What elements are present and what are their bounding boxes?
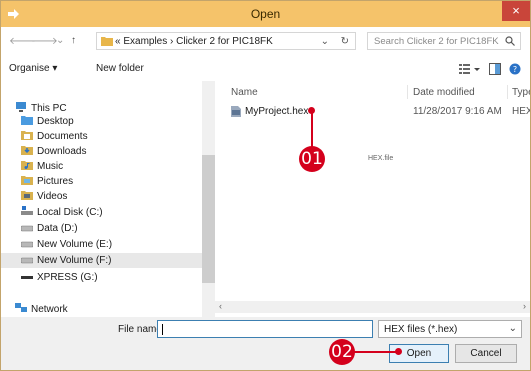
callout-two-badge: 02	[329, 339, 355, 365]
search-box[interactable]: Search Clicker 2 for PIC18FK	[367, 32, 521, 50]
file-list: Name Date modified Type MyProject.hex 11…	[215, 81, 530, 317]
callout-one-line	[311, 111, 313, 148]
file-list-hscrollbar[interactable]: ‹ ›	[215, 301, 530, 313]
callout-two-line	[354, 351, 398, 353]
sidebar-item-this-pc[interactable]: This PC	[15, 102, 67, 114]
address-bar-row: 🡐 🡒 ⌄ ↑ « Examples › Clicker 2 for PIC18…	[1, 27, 530, 57]
sidebar-item-label: Network	[31, 304, 68, 315]
sidebar-item-downloads[interactable]: Downloads	[21, 145, 86, 157]
sidebar-item-local-disk-c[interactable]: Local Disk (C:)	[21, 206, 103, 218]
sidebar-item-label: Desktop	[37, 116, 74, 127]
sidebar-item-desktop[interactable]: Desktop	[21, 115, 74, 127]
navigation-scrollbar[interactable]	[202, 81, 215, 317]
desktop-icon	[21, 116, 33, 125]
address-field[interactable]: « Examples › Clicker 2 for PIC18FK ⌄ ↻	[96, 32, 356, 50]
breadcrumb[interactable]: « Examples › Clicker 2 for PIC18FK	[115, 36, 273, 47]
search-input[interactable]: Search Clicker 2 for PIC18FK	[374, 36, 499, 47]
scroll-right-icon[interactable]: ›	[523, 301, 526, 311]
drive-icon	[21, 225, 33, 232]
folder-icon	[101, 37, 113, 46]
window-title: Open	[250, 7, 281, 21]
hover-type-label: HEX.file	[368, 155, 394, 162]
recent-dropdown-icon[interactable]: ⌄	[56, 35, 64, 46]
sidebar-item-label: This PC	[31, 103, 67, 114]
file-type-cell: HEX	[512, 106, 531, 117]
file-name-input[interactable]	[157, 320, 373, 338]
command-toolbar: Organise ▾ New folder ?	[1, 57, 530, 82]
sidebar-item-data-d[interactable]: Data (D:)	[21, 222, 78, 234]
sidebar-item-label: Downloads	[37, 146, 87, 157]
sidebar-item-label: Data (D:)	[37, 223, 78, 234]
column-header-type[interactable]: Type	[512, 87, 530, 98]
close-button[interactable]: ×	[502, 1, 530, 21]
scrollbar-thumb[interactable]	[202, 155, 215, 283]
address-dropdown-icon[interactable]: ⌄	[321, 36, 329, 47]
preview-pane-icon[interactable]	[489, 63, 501, 75]
up-icon[interactable]: ↑	[71, 35, 76, 46]
sidebar-item-label: New Volume (F:)	[37, 255, 112, 266]
file-type-selected: HEX files (*.hex)	[384, 324, 458, 335]
help-icon[interactable]: ?	[509, 63, 521, 75]
pictures-icon	[21, 176, 33, 185]
forward-icon[interactable]: 🡒	[31, 35, 58, 47]
sidebar-item-label: Pictures	[37, 176, 74, 187]
cancel-button[interactable]: Cancel	[455, 344, 517, 363]
open-dialog: Open × 🡐 🡒 ⌄ ↑ « Examples › Clicker 2 fo…	[0, 0, 531, 371]
new-folder-button[interactable]: New folder	[96, 63, 144, 74]
hex-file-icon	[231, 106, 241, 117]
sidebar-item-xpress-g[interactable]: XPRESS (G:)	[21, 271, 98, 283]
sidebar-item-label: Music	[37, 161, 64, 172]
sidebar-item-network[interactable]: Network	[15, 303, 68, 315]
column-header-name[interactable]: Name	[231, 87, 258, 98]
pc-icon	[16, 102, 26, 112]
sidebar-item-pictures[interactable]: Pictures	[21, 175, 73, 187]
sidebar-item-music[interactable]: Music	[21, 160, 63, 172]
scroll-left-icon[interactable]: ‹	[219, 301, 222, 311]
sidebar-item-label: Local Disk (C:)	[37, 207, 103, 218]
chevron-down-icon: ⌄	[508, 323, 517, 334]
downloads-icon	[21, 146, 33, 155]
title-bar[interactable]: Open ×	[1, 1, 530, 27]
sidebar-item-new-volume-f[interactable]: New Volume (F:)	[1, 253, 202, 268]
sidebar-item-label: XPRESS (G:)	[37, 272, 98, 283]
column-divider[interactable]	[407, 85, 408, 99]
sidebar-item-new-volume-e[interactable]: New Volume (E:)	[21, 238, 112, 250]
sidebar-item-videos[interactable]: Videos	[21, 190, 67, 202]
videos-icon	[21, 191, 33, 200]
dialog-footer: File name: HEX files (*.hex) ⌄ Open Canc…	[1, 317, 530, 370]
sidebar-item-label: Videos	[37, 191, 68, 202]
usb-drive-icon	[21, 276, 33, 279]
column-header-date[interactable]: Date modified	[413, 87, 475, 98]
callout-one-badge: 01	[299, 146, 325, 172]
drive-icon	[21, 257, 33, 264]
network-icon	[15, 303, 27, 312]
column-divider[interactable]	[507, 85, 508, 99]
navigation-pane: This PC Desktop Documents Downloads Musi…	[1, 81, 215, 317]
documents-icon	[21, 131, 33, 140]
drive-icon	[21, 241, 33, 248]
file-date-cell: 11/28/2017 9:16 AM	[413, 106, 502, 117]
view-options-icon[interactable]	[459, 63, 481, 75]
sidebar-item-documents[interactable]: Documents	[21, 130, 88, 142]
search-icon	[505, 36, 515, 46]
music-icon	[21, 161, 33, 170]
sidebar-item-label: New Volume (E:)	[37, 239, 113, 250]
sidebar-item-label: Documents	[37, 131, 88, 142]
file-type-select[interactable]: HEX files (*.hex) ⌄	[378, 320, 522, 338]
file-name-cell[interactable]: MyProject.hex	[245, 106, 308, 117]
text-caret	[162, 324, 163, 335]
drive-icon	[21, 206, 33, 215]
refresh-icon[interactable]: ↻	[341, 36, 349, 47]
organise-menu[interactable]: Organise ▾	[9, 63, 57, 74]
svg-text:?: ?	[513, 65, 517, 74]
callout-two-dot	[395, 348, 402, 355]
